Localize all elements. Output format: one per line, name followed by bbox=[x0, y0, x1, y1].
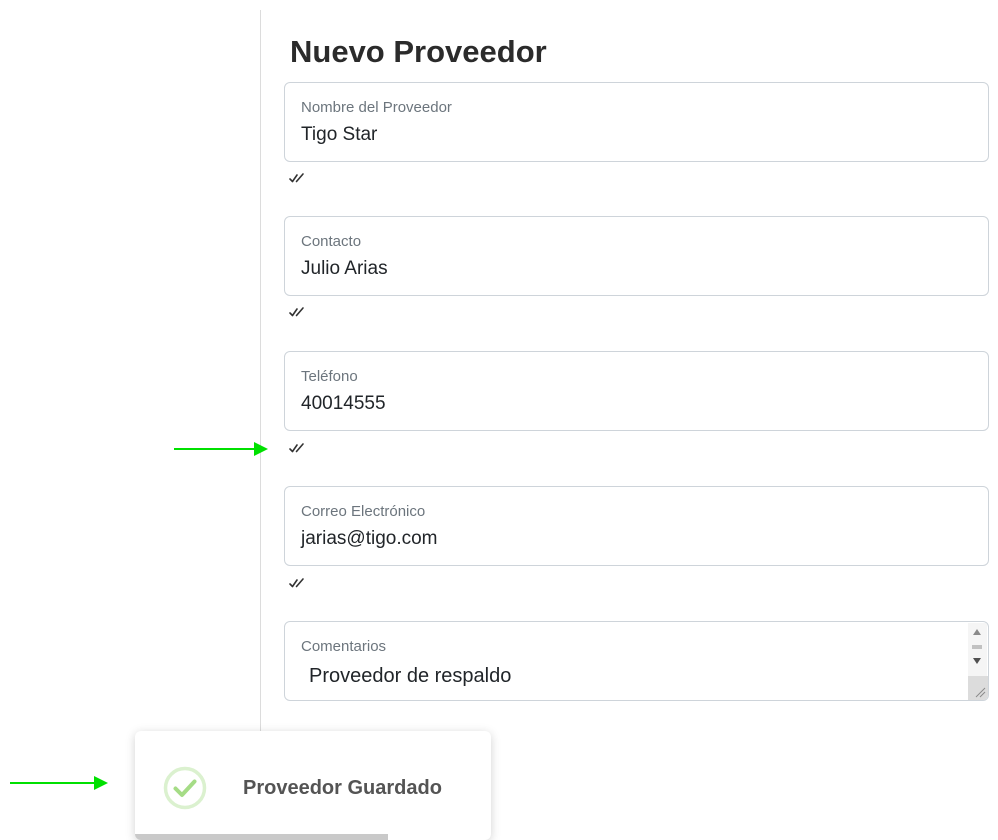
scroll-thumb[interactable] bbox=[972, 645, 982, 649]
page-title: Nuevo Proveedor bbox=[290, 34, 547, 69]
phone-value: 40014555 bbox=[301, 393, 386, 414]
double-check-icon bbox=[289, 173, 304, 183]
contact-label: Contacto bbox=[301, 233, 362, 250]
resize-handle-icon[interactable] bbox=[968, 676, 988, 700]
phone-label: Teléfono bbox=[301, 368, 358, 385]
provider-name-field[interactable]: Nombre del Proveedor Tigo Star bbox=[284, 82, 989, 162]
phone-field[interactable]: Teléfono 40014555 bbox=[284, 351, 989, 431]
success-check-icon bbox=[163, 766, 207, 810]
double-check-icon bbox=[289, 307, 304, 317]
email-value: jarias@tigo.com bbox=[301, 528, 438, 549]
comments-label: Comentarios bbox=[301, 638, 387, 655]
email-field[interactable]: Correo Electrónico jarias@tigo.com bbox=[284, 486, 989, 566]
annotation-arrow-icon bbox=[10, 776, 108, 790]
provider-name-label: Nombre del Proveedor bbox=[301, 99, 452, 116]
toast-progress-bar bbox=[135, 834, 388, 840]
email-label: Correo Electrónico bbox=[301, 503, 426, 520]
success-toast[interactable]: Proveedor Guardado bbox=[135, 731, 491, 840]
provider-name-value: Tigo Star bbox=[301, 124, 378, 145]
contact-field[interactable]: Contacto Julio Arias bbox=[284, 216, 989, 296]
contact-value: Julio Arias bbox=[301, 258, 388, 279]
comments-value: Proveedor de respaldo bbox=[309, 665, 512, 687]
double-check-icon bbox=[289, 578, 304, 588]
scroll-down-icon[interactable] bbox=[973, 658, 981, 664]
toast-message: Proveedor Guardado bbox=[243, 777, 442, 799]
comments-textarea[interactable]: Comentarios Proveedor de respaldo bbox=[284, 621, 989, 701]
divider-line bbox=[260, 10, 261, 840]
double-check-icon bbox=[289, 443, 304, 453]
annotation-arrow-icon bbox=[174, 442, 268, 456]
scroll-up-icon[interactable] bbox=[973, 629, 981, 635]
